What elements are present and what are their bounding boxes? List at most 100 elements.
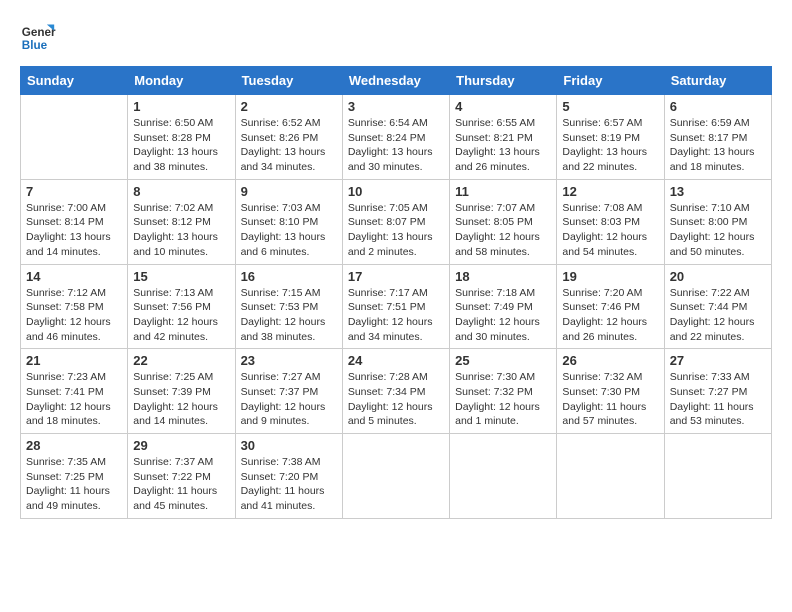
date-number: 29 xyxy=(133,438,229,453)
calendar-cell: 7 Sunrise: 7:00 AM Sunset: 8:14 PM Daylig… xyxy=(21,179,128,264)
logo: General Blue xyxy=(20,20,56,56)
date-number: 28 xyxy=(26,438,122,453)
date-number: 5 xyxy=(562,99,658,114)
cell-content: Sunrise: 7:13 AM Sunset: 7:56 PM Dayligh… xyxy=(133,286,229,345)
calendar-cell: 29 Sunrise: 7:37 AM Sunset: 7:22 PM Dayli… xyxy=(128,434,235,519)
cell-content: Sunrise: 6:54 AM Sunset: 8:24 PM Dayligh… xyxy=(348,116,444,175)
cell-content: Sunrise: 7:35 AM Sunset: 7:25 PM Dayligh… xyxy=(26,455,122,514)
cell-content: Sunrise: 7:12 AM Sunset: 7:58 PM Dayligh… xyxy=(26,286,122,345)
calendar-week-5: 28 Sunrise: 7:35 AM Sunset: 7:25 PM Dayli… xyxy=(21,434,772,519)
date-number: 19 xyxy=(562,269,658,284)
calendar-cell xyxy=(21,95,128,180)
date-number: 21 xyxy=(26,353,122,368)
day-header-tuesday: Tuesday xyxy=(235,67,342,95)
calendar-cell: 15 Sunrise: 7:13 AM Sunset: 7:56 PM Dayli… xyxy=(128,264,235,349)
cell-content: Sunrise: 7:22 AM Sunset: 7:44 PM Dayligh… xyxy=(670,286,766,345)
date-number: 25 xyxy=(455,353,551,368)
cell-content: Sunrise: 7:38 AM Sunset: 7:20 PM Dayligh… xyxy=(241,455,337,514)
cell-content: Sunrise: 7:18 AM Sunset: 7:49 PM Dayligh… xyxy=(455,286,551,345)
calendar-cell: 18 Sunrise: 7:18 AM Sunset: 7:49 PM Dayli… xyxy=(450,264,557,349)
cell-content: Sunrise: 6:52 AM Sunset: 8:26 PM Dayligh… xyxy=(241,116,337,175)
cell-content: Sunrise: 7:30 AM Sunset: 7:32 PM Dayligh… xyxy=(455,370,551,429)
cell-content: Sunrise: 7:10 AM Sunset: 8:00 PM Dayligh… xyxy=(670,201,766,260)
date-number: 10 xyxy=(348,184,444,199)
day-header-wednesday: Wednesday xyxy=(342,67,449,95)
date-number: 27 xyxy=(670,353,766,368)
day-header-saturday: Saturday xyxy=(664,67,771,95)
cell-content: Sunrise: 7:17 AM Sunset: 7:51 PM Dayligh… xyxy=(348,286,444,345)
date-number: 12 xyxy=(562,184,658,199)
svg-text:General: General xyxy=(22,26,56,39)
calendar-cell: 28 Sunrise: 7:35 AM Sunset: 7:25 PM Dayli… xyxy=(21,434,128,519)
calendar-cell: 12Sunrise: 7:08 AM Sunset: 8:03 PM Dayli… xyxy=(557,179,664,264)
day-header-friday: Friday xyxy=(557,67,664,95)
date-number: 22 xyxy=(133,353,229,368)
date-number: 15 xyxy=(133,269,229,284)
cell-content: Sunrise: 7:00 AM Sunset: 8:14 PM Dayligh… xyxy=(26,201,122,260)
calendar-week-2: 7 Sunrise: 7:00 AM Sunset: 8:14 PM Daylig… xyxy=(21,179,772,264)
calendar-cell: 19 Sunrise: 7:20 AM Sunset: 7:46 PM Dayli… xyxy=(557,264,664,349)
date-number: 18 xyxy=(455,269,551,284)
date-number: 7 xyxy=(26,184,122,199)
cell-content: Sunrise: 7:03 AM Sunset: 8:10 PM Dayligh… xyxy=(241,201,337,260)
calendar-cell: 24 Sunrise: 7:28 AM Sunset: 7:34 PM Dayli… xyxy=(342,349,449,434)
calendar-cell: 5 Sunrise: 6:57 AM Sunset: 8:19 PM Daylig… xyxy=(557,95,664,180)
calendar-cell: 21 Sunrise: 7:23 AM Sunset: 7:41 PM Dayli… xyxy=(21,349,128,434)
cell-content: Sunrise: 7:20 AM Sunset: 7:46 PM Dayligh… xyxy=(562,286,658,345)
day-header-thursday: Thursday xyxy=(450,67,557,95)
calendar-week-3: 14 Sunrise: 7:12 AM Sunset: 7:58 PM Dayli… xyxy=(21,264,772,349)
svg-text:Blue: Blue xyxy=(22,39,48,52)
calendar-cell: 2 Sunrise: 6:52 AM Sunset: 8:26 PM Daylig… xyxy=(235,95,342,180)
date-number: 17 xyxy=(348,269,444,284)
cell-content: Sunrise: 7:33 AM Sunset: 7:27 PM Dayligh… xyxy=(670,370,766,429)
date-number: 2 xyxy=(241,99,337,114)
calendar-cell: 6Sunrise: 6:59 AM Sunset: 8:17 PM Daylig… xyxy=(664,95,771,180)
calendar-header-row: SundayMondayTuesdayWednesdayThursdayFrid… xyxy=(21,67,772,95)
cell-content: Sunrise: 7:28 AM Sunset: 7:34 PM Dayligh… xyxy=(348,370,444,429)
calendar-cell: 23 Sunrise: 7:27 AM Sunset: 7:37 PM Dayli… xyxy=(235,349,342,434)
calendar-cell: 9 Sunrise: 7:03 AM Sunset: 8:10 PM Daylig… xyxy=(235,179,342,264)
date-number: 30 xyxy=(241,438,337,453)
calendar-cell xyxy=(450,434,557,519)
date-number: 6 xyxy=(670,99,766,114)
cell-content: Sunrise: 7:05 AM Sunset: 8:07 PM Dayligh… xyxy=(348,201,444,260)
cell-content: Sunrise: 7:37 AM Sunset: 7:22 PM Dayligh… xyxy=(133,455,229,514)
cell-content: Sunrise: 6:57 AM Sunset: 8:19 PM Dayligh… xyxy=(562,116,658,175)
date-number: 24 xyxy=(348,353,444,368)
calendar-cell: 25 Sunrise: 7:30 AM Sunset: 7:32 PM Dayli… xyxy=(450,349,557,434)
cell-content: Sunrise: 7:15 AM Sunset: 7:53 PM Dayligh… xyxy=(241,286,337,345)
calendar-cell: 10 Sunrise: 7:05 AM Sunset: 8:07 PM Dayli… xyxy=(342,179,449,264)
calendar-cell: 8 Sunrise: 7:02 AM Sunset: 8:12 PM Daylig… xyxy=(128,179,235,264)
date-number: 11 xyxy=(455,184,551,199)
calendar-body: 1 Sunrise: 6:50 AM Sunset: 8:28 PM Daylig… xyxy=(21,95,772,519)
calendar-table: SundayMondayTuesdayWednesdayThursdayFrid… xyxy=(20,66,772,519)
calendar-week-1: 1 Sunrise: 6:50 AM Sunset: 8:28 PM Daylig… xyxy=(21,95,772,180)
calendar-cell: 17 Sunrise: 7:17 AM Sunset: 7:51 PM Dayli… xyxy=(342,264,449,349)
date-number: 8 xyxy=(133,184,229,199)
calendar-cell: 13 Sunrise: 7:10 AM Sunset: 8:00 PM Dayli… xyxy=(664,179,771,264)
date-number: 14 xyxy=(26,269,122,284)
calendar-cell xyxy=(342,434,449,519)
cell-content: Sunrise: 7:27 AM Sunset: 7:37 PM Dayligh… xyxy=(241,370,337,429)
date-number: 9 xyxy=(241,184,337,199)
calendar-cell: 30 Sunrise: 7:38 AM Sunset: 7:20 PM Dayli… xyxy=(235,434,342,519)
cell-content: Sunrise: 7:02 AM Sunset: 8:12 PM Dayligh… xyxy=(133,201,229,260)
calendar-cell: 11Sunrise: 7:07 AM Sunset: 8:05 PM Dayli… xyxy=(450,179,557,264)
date-number: 3 xyxy=(348,99,444,114)
date-number: 13 xyxy=(670,184,766,199)
calendar-week-4: 21 Sunrise: 7:23 AM Sunset: 7:41 PM Dayli… xyxy=(21,349,772,434)
calendar-cell: 20 Sunrise: 7:22 AM Sunset: 7:44 PM Dayli… xyxy=(664,264,771,349)
date-number: 23 xyxy=(241,353,337,368)
date-number: 20 xyxy=(670,269,766,284)
page-header: General Blue xyxy=(20,20,772,56)
cell-content: Sunrise: 7:32 AM Sunset: 7:30 PM Dayligh… xyxy=(562,370,658,429)
day-header-sunday: Sunday xyxy=(21,67,128,95)
calendar-cell: 1 Sunrise: 6:50 AM Sunset: 8:28 PM Daylig… xyxy=(128,95,235,180)
calendar-cell: 14 Sunrise: 7:12 AM Sunset: 7:58 PM Dayli… xyxy=(21,264,128,349)
cell-content: Sunrise: 6:50 AM Sunset: 8:28 PM Dayligh… xyxy=(133,116,229,175)
date-number: 26 xyxy=(562,353,658,368)
date-number: 1 xyxy=(133,99,229,114)
cell-content: Sunrise: 6:55 AM Sunset: 8:21 PM Dayligh… xyxy=(455,116,551,175)
cell-content: Sunrise: 7:23 AM Sunset: 7:41 PM Dayligh… xyxy=(26,370,122,429)
logo-icon: General Blue xyxy=(20,20,56,56)
